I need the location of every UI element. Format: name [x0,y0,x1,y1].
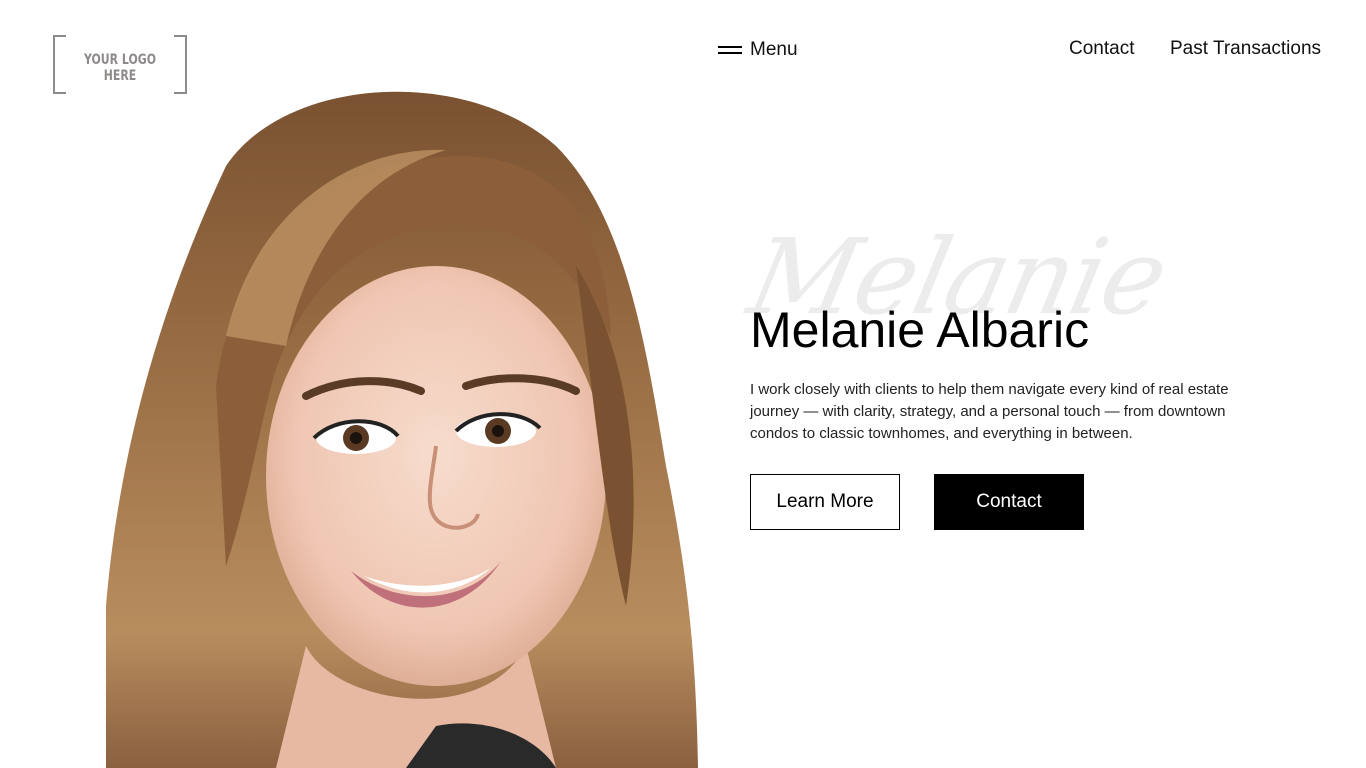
menu-label: Menu [750,39,798,60]
hamburger-icon [718,45,742,55]
logo-bracket-left [53,35,66,94]
logo-text: YOUR LOGO HERE [84,52,156,84]
contact-button[interactable]: Contact [934,474,1084,530]
agent-portrait [106,86,698,768]
agent-name: Melanie Albaric [750,302,1090,358]
nav-past-transactions-link[interactable]: Past Transactions [1170,38,1321,60]
agent-bio: I work closely with clients to help them… [750,381,1229,442]
learn-more-button[interactable]: Learn More [750,474,900,530]
menu-button[interactable]: Menu [718,38,798,62]
nav-contact-link[interactable]: Contact [1069,38,1134,60]
